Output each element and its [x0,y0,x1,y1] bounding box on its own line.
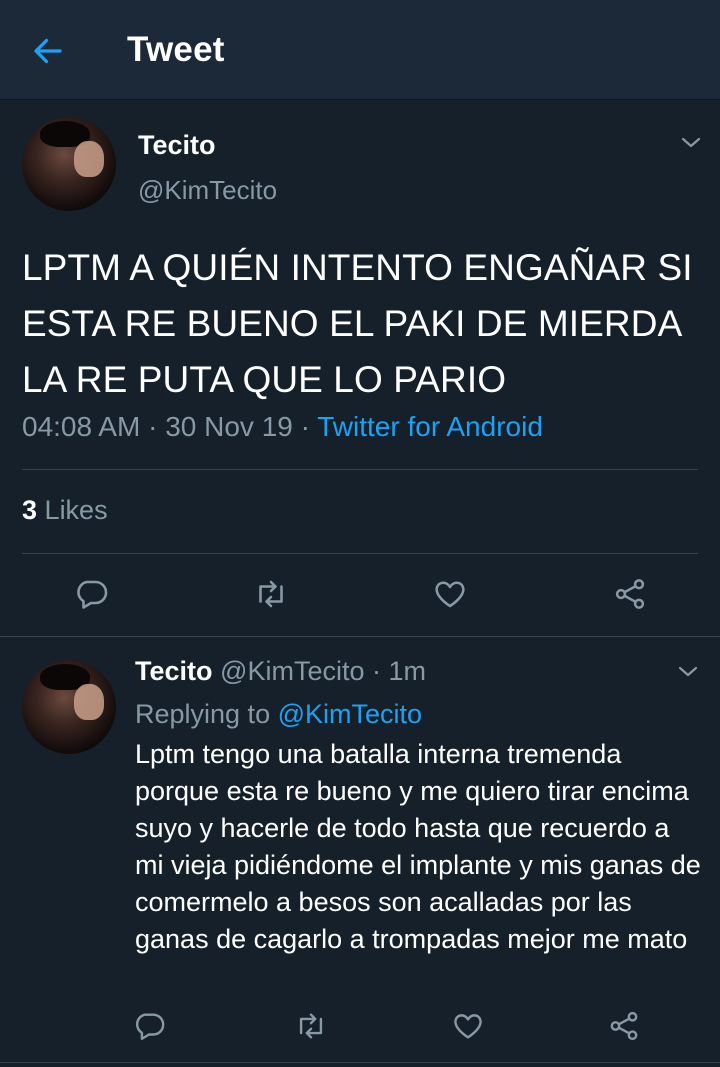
reply-avatar[interactable] [22,660,116,754]
reply-icon[interactable] [73,576,109,612]
replying-to-handle[interactable]: @KimTecito [278,699,422,729]
share-icon[interactable] [612,576,648,612]
author-handle[interactable]: @KimTecito [138,175,277,206]
tweet-meta: 04:08 AM · 30 Nov 19 · Twitter for Andro… [22,411,543,443]
page-title: Tweet [127,30,225,69]
meta-separator: · [148,411,166,442]
likes-label: Likes [44,495,108,525]
reply-author-name[interactable]: Tecito [135,656,213,686]
avatar[interactable] [22,117,116,211]
divider [22,469,698,470]
heart-icon[interactable] [451,1009,485,1043]
replying-to: Replying to @KimTecito [135,699,422,730]
replying-label: Replying to [135,699,271,729]
divider [0,636,720,637]
share-icon[interactable] [607,1009,641,1043]
heart-icon[interactable] [432,576,468,612]
reply-author-handle[interactable]: @KimTecito [220,656,364,686]
tweet-time: 04:08 AM [22,411,141,442]
chevron-down-icon[interactable] [676,660,700,684]
meta-separator: · [300,411,318,442]
retweet-icon[interactable] [294,1009,328,1043]
tweet-date: 30 Nov 19 [165,411,293,442]
likes-count[interactable]: 3 Likes [22,495,108,526]
tweet-text: LPTM A QUIÉN INTENTO ENGAÑAR SI ESTA RE … [22,247,693,400]
divider [22,553,698,554]
top-app-bar: Tweet [0,0,720,100]
retweet-icon[interactable] [253,576,289,612]
reply-time: 1m [388,656,427,686]
chevron-down-icon[interactable] [679,131,703,155]
tweet-source-link[interactable]: Twitter for Android [317,411,543,442]
likes-number: 3 [22,495,38,525]
author-name[interactable]: Tecito [138,130,216,161]
reply-icon[interactable] [132,1009,166,1043]
meta-separator: · [372,656,389,686]
divider [0,1062,720,1063]
arrow-left-icon[interactable] [30,33,66,69]
reply-text: Lptm tengo una batalla interna tremenda … [135,739,701,954]
reply-header: Tecito @KimTecito · 1m [135,656,426,687]
